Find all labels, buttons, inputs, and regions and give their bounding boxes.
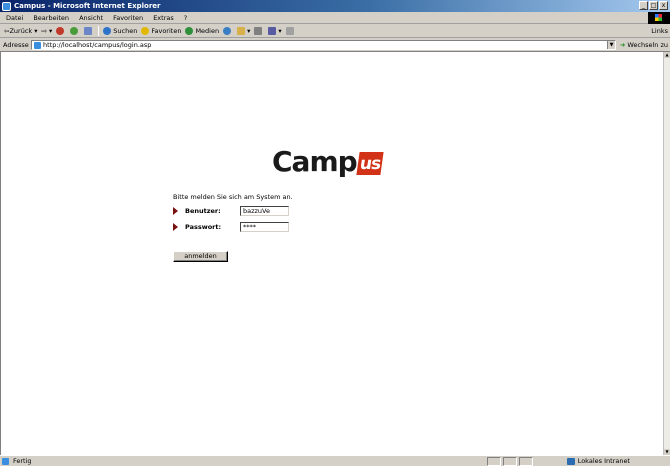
refresh-icon: [70, 26, 79, 35]
search-button[interactable]: Suchen: [103, 26, 138, 35]
address-label: Adresse: [3, 40, 29, 49]
chevron-down-icon: ▾: [278, 26, 282, 35]
back-button[interactable]: ⇦ Zurück ▾: [4, 27, 38, 35]
password-input[interactable]: [240, 222, 289, 232]
maximize-button[interactable]: □: [649, 1, 658, 10]
go-button[interactable]: ➜ Wechseln zu: [620, 41, 668, 49]
menu-bar: Datei Bearbeiten Ansicht Favoriten Extra…: [0, 12, 670, 24]
username-row: Benutzer:: [173, 206, 289, 216]
logo-text: Camp: [272, 144, 358, 178]
home-icon: [84, 26, 93, 35]
toolbar: ⇦ Zurück ▾ ⇨ ▾ Suchen Favoriten Medien ▾…: [0, 24, 670, 38]
discuss-button[interactable]: [285, 26, 296, 35]
security-zone: Lokales Intranet: [566, 457, 630, 465]
history-icon: [223, 26, 232, 35]
chevron-down-icon: ▾: [32, 26, 38, 35]
print-button[interactable]: [254, 26, 264, 35]
title-bar: Campus - Microsoft Internet Explorer _ □…: [0, 0, 670, 12]
address-input[interactable]: http://localhost/campus/login.asp ▼: [31, 40, 616, 50]
search-icon: [103, 26, 112, 35]
edit-button[interactable]: ▾: [268, 26, 282, 35]
scroll-up-icon[interactable]: ▲: [664, 52, 670, 58]
status-pane: [519, 457, 533, 466]
media-label: Medien: [195, 26, 220, 35]
window-controls: _ □ x: [639, 1, 668, 10]
campus-logo: Camp us: [272, 143, 412, 179]
home-button[interactable]: [84, 26, 94, 35]
mail-icon: [237, 26, 246, 35]
zone-label: Lokales Intranet: [577, 457, 630, 465]
toolbar-divider: [98, 25, 100, 36]
close-button[interactable]: x: [659, 1, 668, 10]
address-dropdown-button[interactable]: ▼: [607, 41, 615, 49]
refresh-button[interactable]: [70, 26, 80, 35]
status-pane: [503, 457, 517, 466]
favorites-label: Favoriten: [151, 26, 182, 35]
stop-icon: [56, 26, 65, 35]
username-input[interactable]: [240, 206, 289, 216]
status-pane: [487, 457, 501, 466]
page-content: [0, 52, 663, 455]
address-bar: Adresse http://localhost/campus/login.as…: [0, 38, 670, 52]
go-label: Wechseln zu: [627, 40, 668, 49]
address-url: http://localhost/campus/login.asp: [43, 41, 152, 49]
go-arrow-icon: ➜: [619, 40, 626, 49]
window-title: Campus - Microsoft Internet Explorer: [14, 2, 161, 10]
ie-icon: [2, 1, 11, 11]
stop-button[interactable]: [56, 26, 66, 35]
star-icon: [141, 26, 150, 35]
menu-favoriten[interactable]: Favoriten: [113, 14, 143, 22]
vertical-scrollbar[interactable]: ▲ ▼: [663, 52, 670, 455]
bullet-icon: [173, 207, 178, 215]
forward-button[interactable]: ⇨ ▾: [42, 27, 53, 35]
media-icon: [185, 26, 194, 35]
login-button[interactable]: anmelden: [173, 251, 228, 262]
menu-extras[interactable]: Extras: [153, 14, 174, 22]
links-button[interactable]: Links: [651, 27, 668, 35]
username-label: Benutzer:: [185, 207, 221, 215]
bullet-icon: [173, 223, 178, 231]
favorites-button[interactable]: Favoriten: [141, 26, 182, 35]
page-icon: [34, 41, 41, 49]
forward-arrow-icon: ⇨ ▾: [41, 26, 53, 35]
back-label: Zurück: [9, 26, 33, 35]
menu-ansicht[interactable]: Ansicht: [79, 14, 103, 22]
status-bar: Fertig Lokales Intranet: [0, 455, 670, 466]
windows-logo-icon: [648, 12, 670, 24]
page-icon: [2, 457, 9, 465]
minimize-button[interactable]: _: [639, 1, 648, 10]
password-row: Passwort:: [173, 222, 289, 232]
print-icon: [254, 26, 263, 35]
intranet-icon: [566, 457, 575, 465]
search-label: Suchen: [113, 26, 138, 35]
login-prompt: Bitte melden Sie sich am System an.: [173, 193, 293, 201]
media-button[interactable]: Medien: [185, 26, 220, 35]
status-text: Fertig: [13, 457, 32, 465]
password-label: Passwort:: [185, 223, 222, 231]
menu-help[interactable]: ?: [184, 14, 187, 22]
menu-datei[interactable]: Datei: [6, 14, 23, 22]
mail-button[interactable]: ▾: [237, 26, 251, 35]
chevron-down-icon: ▾: [247, 26, 251, 35]
discuss-icon: [285, 26, 294, 35]
menu-bearbeiten[interactable]: Bearbeiten: [33, 14, 69, 22]
logo-badge: us: [356, 151, 384, 175]
edit-icon: [268, 26, 277, 35]
history-button[interactable]: [223, 26, 233, 35]
